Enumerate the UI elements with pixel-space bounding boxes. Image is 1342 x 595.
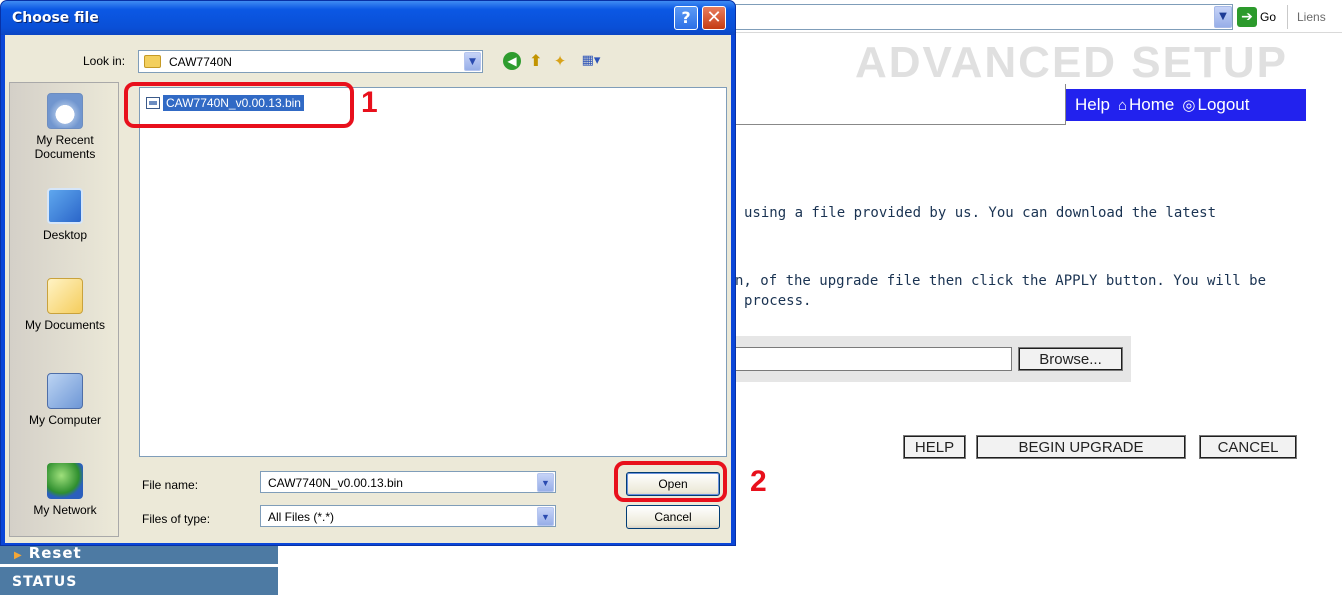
upgrade-file-input[interactable] (735, 347, 1012, 371)
nav-logout-link[interactable]: Logout (1197, 95, 1249, 115)
address-bar[interactable] (735, 4, 1233, 30)
up-folder-icon[interactable]: ⬆ (527, 52, 545, 70)
place-my-documents[interactable]: My Documents (10, 278, 120, 332)
highlight-open-box (614, 461, 727, 502)
place-label: Desktop (42, 228, 88, 242)
place-my-network[interactable]: My Network (10, 463, 120, 517)
top-divider (735, 32, 1342, 33)
sidebar-item-label: Reset (28, 544, 82, 562)
toolbar-separator (1287, 5, 1288, 29)
places-bar: My Recent Documents Desktop My Documents… (9, 82, 119, 537)
folder-icon (144, 55, 161, 68)
begin-upgrade-button[interactable]: BEGIN UPGRADE (976, 435, 1186, 459)
dialog-titlebar[interactable]: Choose file ? ✕ (1, 1, 735, 35)
new-folder-icon[interactable]: ✦ (551, 52, 569, 70)
look-in-value: CAW7740N (169, 55, 232, 69)
nav-home-link[interactable]: Home (1129, 95, 1174, 115)
my-network-icon (47, 463, 83, 499)
place-label: My Computer (28, 413, 102, 427)
dialog-title: Choose file (12, 10, 99, 26)
file-type-select[interactable]: All Files (*.*) ▼ (260, 505, 556, 527)
go-arrow-icon[interactable]: ➔ (1237, 7, 1257, 27)
recent-documents-icon (47, 93, 83, 129)
cancel-upgrade-button[interactable]: CANCEL (1199, 435, 1297, 459)
sidebar-section-status[interactable]: STATUS (0, 567, 278, 595)
desktop-icon (47, 188, 83, 224)
go-button-label[interactable]: Go (1260, 10, 1276, 24)
place-recent-documents[interactable]: My Recent Documents (10, 93, 120, 161)
browse-button[interactable]: Browse... (1018, 347, 1123, 371)
place-label: My Documents (24, 318, 106, 332)
place-label: My Recent Documents (34, 133, 96, 161)
look-in-select[interactable]: CAW7740N ▼ (138, 50, 483, 73)
logout-icon[interactable]: ◎ (1182, 96, 1195, 114)
place-desktop[interactable]: Desktop (10, 188, 120, 242)
back-icon[interactable]: ◀ (503, 52, 521, 70)
file-name-field[interactable]: CAW7740N_v0.00.13.bin ▼ (260, 471, 556, 493)
file-list[interactable]: CAW7740N_v0.00.13.bin (139, 87, 727, 457)
menu-arrow-icon: ▶ (14, 550, 23, 561)
nav-help-link[interactable]: Help (1075, 95, 1110, 115)
cancel-button[interactable]: Cancel (626, 505, 720, 529)
place-label: My Network (33, 503, 97, 517)
chevron-down-icon[interactable]: ▼ (464, 52, 481, 71)
links-toolbar-label[interactable]: Liens (1297, 10, 1326, 24)
chevron-down-icon[interactable]: ▼ (537, 507, 554, 526)
file-name-value: CAW7740N_v0.00.13.bin (268, 476, 403, 490)
help-icon[interactable]: ? (674, 6, 698, 30)
view-menu-icon[interactable]: ▦▾ (577, 52, 605, 70)
help-button[interactable]: HELP (903, 435, 966, 459)
file-name-label: File name: (142, 478, 199, 492)
file-type-label: Files of type: (142, 512, 211, 526)
instructions-line-2: n, of the upgrade file then click the AP… (735, 273, 1267, 289)
chevron-down-icon[interactable]: ▼ (537, 473, 554, 492)
top-nav: Help ⌂ Home ◎ Logout (1066, 89, 1306, 121)
close-icon[interactable]: ✕ (702, 6, 726, 30)
my-documents-icon (47, 278, 83, 314)
highlight-file-box (124, 82, 354, 128)
instructions-line-3: process. (744, 293, 812, 309)
page-title: ADVANCED SETUP (855, 38, 1289, 87)
look-in-label: Look in: (83, 54, 126, 68)
instructions-line-1: using a file provided by us. You can dow… (744, 205, 1217, 221)
place-my-computer[interactable]: My Computer (10, 373, 120, 427)
callout-1: 1 (361, 86, 378, 119)
my-computer-icon (47, 373, 83, 409)
nav-frame (735, 84, 1066, 125)
home-icon[interactable]: ⌂ (1118, 97, 1127, 114)
address-dropdown-icon[interactable]: ▼ (1214, 6, 1232, 28)
callout-2: 2 (750, 465, 767, 498)
file-type-value: All Files (*.*) (268, 510, 335, 524)
